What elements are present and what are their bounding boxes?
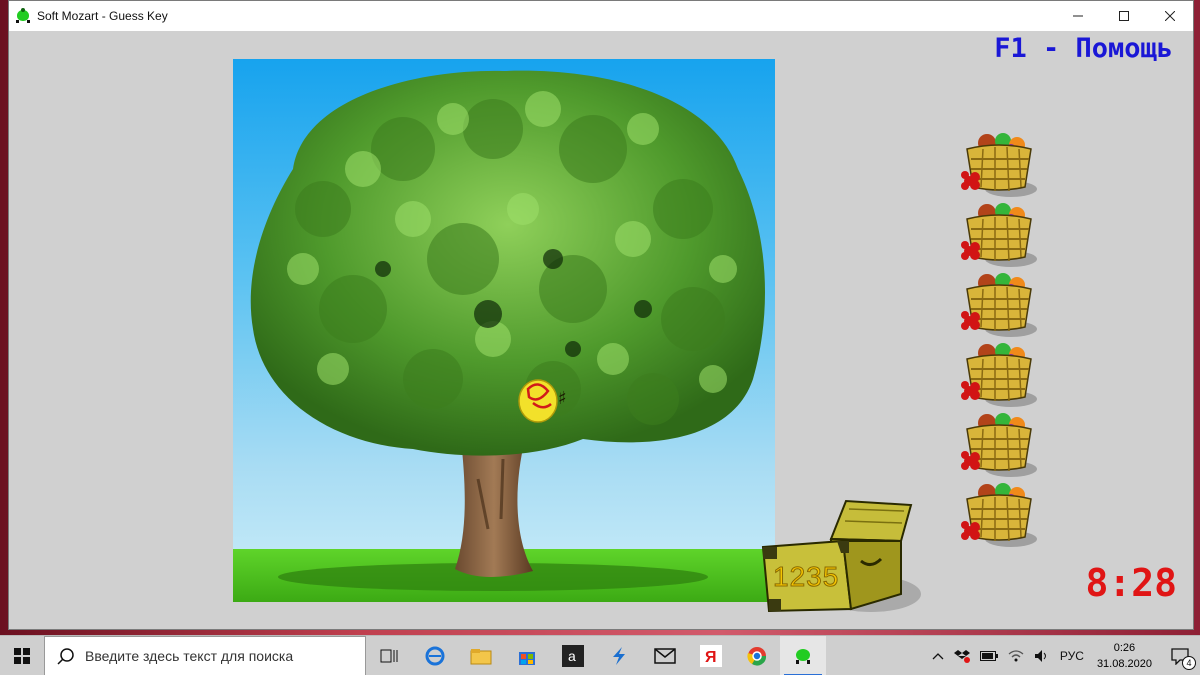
search-icon <box>57 647 74 665</box>
maximize-button[interactable] <box>1101 1 1147 31</box>
fruit-baskets <box>959 129 1039 549</box>
help-hint: F1 - Помощь <box>994 33 1173 64</box>
volume-icon[interactable] <box>1029 636 1055 675</box>
tree-trunk <box>455 439 533 578</box>
soft-mozart-taskbar-icon[interactable] <box>780 635 826 675</box>
battery-icon[interactable] <box>975 636 1003 675</box>
start-button[interactable] <box>0 636 44 675</box>
minimize-button[interactable] <box>1055 1 1101 31</box>
treasure-chest: 1235 <box>761 499 921 614</box>
svg-text:Я: Я <box>705 649 717 666</box>
close-button[interactable] <box>1147 1 1193 31</box>
file-explorer-icon[interactable] <box>458 636 504 675</box>
windows-icon <box>14 647 30 664</box>
taskbar-clock[interactable]: 0:26 31.08.2020 <box>1089 640 1160 672</box>
dropbox-icon[interactable] <box>949 636 975 675</box>
title-bar[interactable]: Soft Mozart - Guess Key <box>9 1 1193 31</box>
input-language[interactable]: РУС <box>1055 636 1089 675</box>
edge-icon[interactable] <box>412 636 458 675</box>
store-icon[interactable] <box>504 636 550 675</box>
sway-icon[interactable] <box>596 636 642 675</box>
search-input[interactable] <box>85 647 365 664</box>
mail-icon[interactable] <box>642 636 688 675</box>
chrome-icon[interactable] <box>734 636 780 675</box>
fruit-basket-icon <box>959 269 1039 339</box>
fruit-basket-icon <box>959 339 1039 409</box>
tree-canopy <box>250 70 765 456</box>
fruit-basket-icon <box>959 129 1039 199</box>
game-area: F1 - Помощь ♯ 1235 8:28 <box>9 31 1193 629</box>
fruit-basket-icon <box>959 409 1039 479</box>
tree-scene: ♯ <box>233 59 775 602</box>
soft-mozart-app-icon <box>15 8 31 24</box>
task-view-icon[interactable] <box>366 636 412 675</box>
svg-text:a: a <box>568 648 576 664</box>
taskbar: a Я РУС 0:26 31.08.2020 <box>0 635 1200 675</box>
chest-number: 1235 <box>772 561 840 593</box>
taskbar-search[interactable] <box>44 635 366 675</box>
show-hidden-icons-chevron-icon[interactable] <box>927 636 949 675</box>
sharp-note-sign: ♯ <box>558 388 567 409</box>
clock-time: 0:26 <box>1113 642 1136 654</box>
app-window: Soft Mozart - Guess Key F1 - Помощь ♯ 12… <box>8 0 1194 630</box>
yandex-icon[interactable]: Я <box>688 636 734 675</box>
window-title: Soft Mozart - Guess Key <box>37 9 168 23</box>
notification-count: 4 <box>1182 656 1196 670</box>
game-timer: 8:28 <box>1085 561 1177 605</box>
fruit-basket-icon <box>959 199 1039 269</box>
clock-date: 31.08.2020 <box>1096 658 1152 670</box>
fruit-basket-icon <box>959 479 1039 549</box>
system-tray: РУС 0:26 31.08.2020 4 <box>927 636 1200 675</box>
wifi-icon[interactable] <box>1003 636 1029 675</box>
amazon-icon[interactable]: a <box>550 636 596 675</box>
notifications-icon[interactable]: 4 <box>1160 636 1200 675</box>
